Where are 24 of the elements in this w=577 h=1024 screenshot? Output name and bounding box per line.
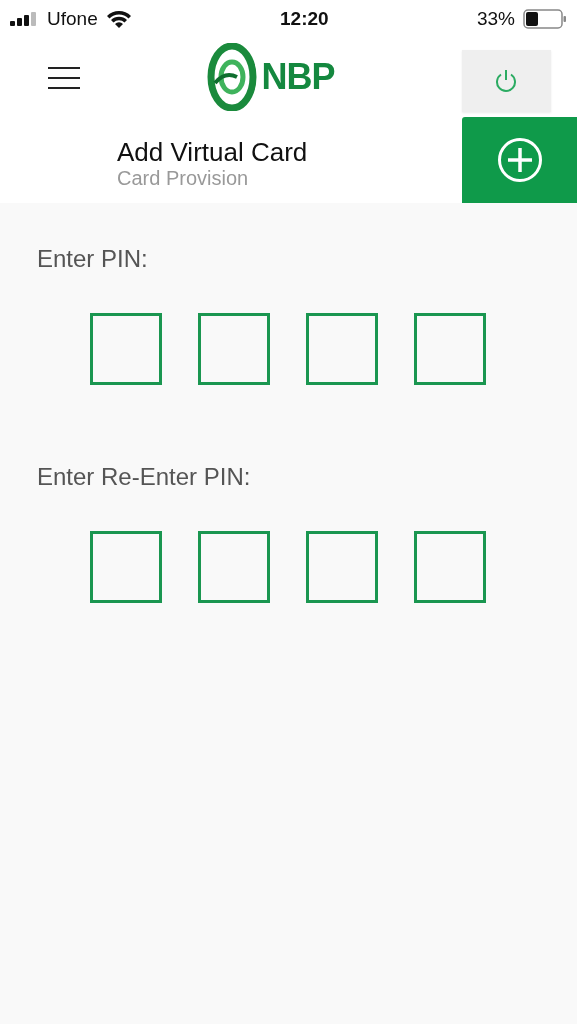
menu-button[interactable] bbox=[48, 65, 80, 89]
carrier-name: Ufone bbox=[47, 6, 98, 31]
logo-text: NBP bbox=[261, 55, 335, 99]
pin-digit-field[interactable] bbox=[414, 313, 486, 385]
battery-icon bbox=[523, 9, 567, 29]
pin-digit-field[interactable] bbox=[306, 313, 378, 385]
pin-digit-field[interactable] bbox=[306, 531, 378, 603]
wifi-icon bbox=[105, 10, 132, 28]
pin-digit-field[interactable] bbox=[198, 531, 270, 603]
logo-icon bbox=[207, 43, 258, 111]
clock-time: 12:20 bbox=[279, 6, 330, 31]
power-icon bbox=[495, 68, 518, 93]
battery-percent: 33% bbox=[477, 6, 515, 31]
field-label: Enter Re-Enter PIN: bbox=[37, 462, 252, 492]
page-subtitle: Card Provision bbox=[117, 166, 250, 189]
pin-digit-field[interactable] bbox=[90, 531, 162, 603]
pin-digit-field[interactable] bbox=[414, 531, 486, 603]
add-button[interactable] bbox=[462, 117, 577, 203]
pin-digit-field[interactable] bbox=[198, 313, 270, 385]
plus-icon bbox=[496, 137, 543, 183]
page-title: Add Virtual Card bbox=[117, 138, 308, 167]
field-label: Enter PIN: bbox=[37, 244, 149, 274]
pin-digit-field[interactable] bbox=[90, 313, 162, 385]
signal-icon bbox=[10, 12, 39, 26]
